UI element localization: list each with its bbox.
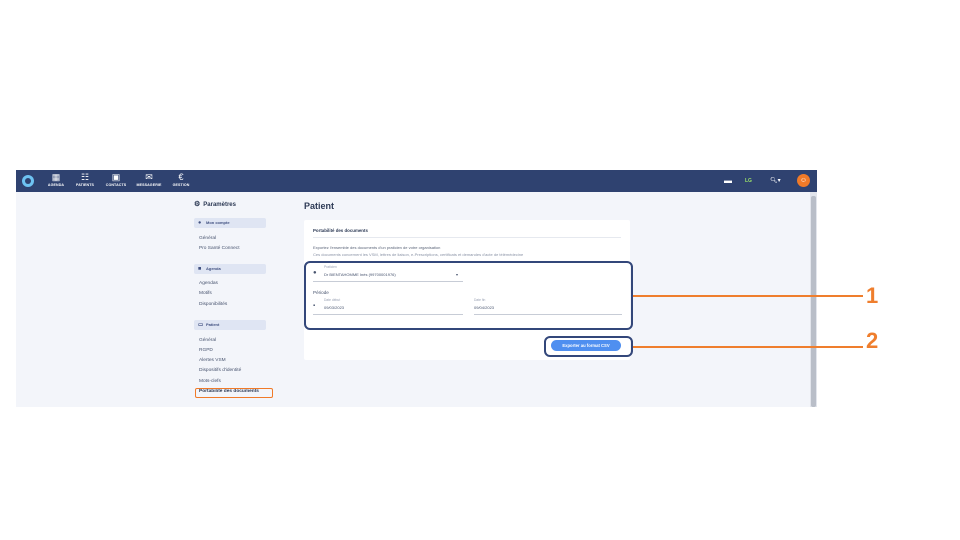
search-icon[interactable]: 🔍︎▾ — [770, 175, 781, 187]
nav-contacts[interactable]: ▣ CONTACTS — [102, 172, 130, 191]
sidebar-item-mots-clefs[interactable]: Mots-clefs — [199, 379, 221, 384]
card-description: Exportez l'ensemble des documents d'un p… — [313, 245, 441, 250]
sidebar-item-motifs[interactable]: Motifs — [199, 291, 212, 296]
callout-line-2 — [633, 346, 863, 348]
sidebar-section-agenda: ■ Agenda — [194, 264, 266, 274]
highlight-box-1 — [304, 261, 633, 330]
gear-icon: ⚙ — [194, 201, 201, 208]
callout-line-1 — [633, 295, 863, 297]
sidebar-title: ⚙ Paramètres — [194, 201, 236, 208]
callout-number-2: 2 — [866, 328, 879, 353]
card-title: Portabilité des documents — [313, 228, 368, 233]
highlight-box-2 — [544, 336, 633, 357]
scrollbar[interactable] — [810, 192, 817, 407]
user-icon: ● — [198, 220, 202, 226]
euro-icon: € — [178, 172, 184, 182]
patients-icon: ☷ — [80, 172, 90, 182]
nav-patients[interactable]: ☷ PATIENTS — [71, 172, 99, 191]
calendar-icon: ▦ — [51, 172, 61, 182]
nav-messagerie[interactable]: ✉ MESSAGERIE — [135, 172, 163, 191]
callout-number-1: 1 — [866, 283, 879, 308]
sidebar-section-patient: ▭ Patient — [194, 320, 266, 330]
contacts-icon: ▣ — [111, 172, 121, 182]
card-description-detail: Ces documents concernent les VSM, lettre… — [313, 252, 524, 257]
sidebar-item-rgpd[interactable]: RGPD — [199, 348, 213, 353]
active-item-highlight — [195, 388, 273, 398]
sidebar-item-alertes-vsm[interactable]: Alertes VSM — [199, 358, 226, 363]
sidebar-item-agendas[interactable]: Agendas — [199, 281, 218, 286]
notification-icon[interactable]: ▬ — [724, 175, 732, 187]
sidebar-item-dispositifs-identite[interactable]: Dispositifs d'identité — [199, 368, 241, 373]
divider — [313, 237, 621, 238]
nav-gestion[interactable]: € GESTION — [167, 172, 195, 191]
id-card-icon: ▭ — [198, 322, 204, 328]
sidebar-item-pro-sante-connect[interactable]: Pro Santé Connect — [199, 246, 240, 251]
sidebar-item-disponibilites[interactable]: Disponibilités — [199, 302, 227, 307]
sidebar-item-general-patient[interactable]: Général — [199, 338, 216, 343]
scrollbar-thumb[interactable] — [811, 196, 816, 407]
avatar[interactable]: ☺ — [797, 174, 810, 187]
calendar-icon: ■ — [198, 266, 202, 272]
sidebar-section-mon-compte: ● Mon compte — [194, 218, 266, 228]
user-badge[interactable]: LG — [745, 175, 752, 187]
top-navigation-bar: ▦ AGENDA ☷ PATIENTS ▣ CONTACTS ✉ MESSAGE… — [16, 170, 817, 192]
sidebar-item-general-compte[interactable]: Général — [199, 236, 216, 241]
page-title: Patient — [304, 201, 335, 211]
nav-agenda[interactable]: ▦ AGENDA — [42, 172, 70, 191]
app-logo[interactable] — [22, 175, 34, 187]
mail-icon: ✉ — [145, 172, 153, 182]
